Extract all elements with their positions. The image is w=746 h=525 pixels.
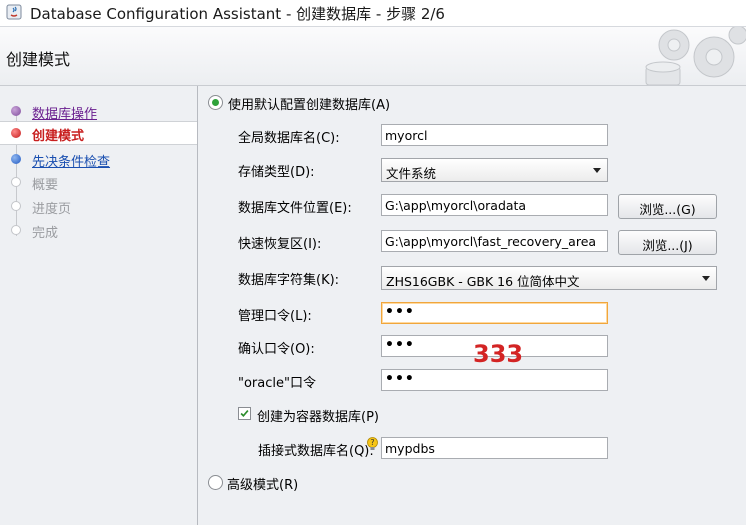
nav-step-label: 数据库操作: [32, 107, 98, 122]
pluggable-db-name-label: 插接式数据库名(Q):: [258, 444, 374, 459]
nav-step-label: 完成: [32, 226, 59, 241]
global-db-name-input[interactable]: myorcl: [381, 124, 608, 146]
title-bar: Database Configuration Assistant - 创建数据库…: [0, 0, 746, 27]
confirm-password-label: 确认口令(O):: [238, 342, 315, 357]
charset-select[interactable]: ZHS16GBK - GBK 16 位简体中文: [381, 266, 717, 290]
storage-type-value: 文件系统: [386, 166, 437, 181]
step-current-icon: [11, 128, 21, 138]
step-next-icon: [11, 154, 21, 164]
storage-type-label: 存储类型(D):: [238, 165, 315, 180]
checkmark-icon: [240, 409, 249, 418]
advanced-mode-label: 高级模式(R): [227, 478, 299, 493]
nav-step-label: 进度页: [32, 202, 72, 217]
nav-step-label: 概要: [32, 178, 59, 193]
nav-step-label: 先决条件检查: [32, 155, 111, 170]
oracle-password-input[interactable]: •••: [381, 369, 608, 391]
container-db-checkbox[interactable]: [238, 407, 251, 420]
window-title: Database Configuration Assistant - 创建数据库…: [30, 5, 445, 23]
page-header: 创建模式: [0, 27, 746, 86]
browse-db-file-button[interactable]: 浏览...(G): [618, 194, 717, 219]
nav-step-create-mode[interactable]: 创建模式: [0, 121, 197, 145]
pluggable-db-name-input[interactable]: mypdbs: [381, 437, 608, 459]
hint-lightbulb-icon[interactable]: ?: [366, 437, 379, 451]
global-db-name-label: 全局数据库名(C):: [238, 131, 340, 146]
admin-password-input[interactable]: •••: [381, 302, 608, 324]
nav-step-progress: 进度页: [0, 195, 197, 217]
dropdown-arrow-icon: [702, 276, 710, 281]
gears-decoration-icon: [645, 27, 746, 85]
fast-recovery-area-input[interactable]: G:\app\myorcl\fast_recovery_area: [381, 230, 608, 252]
dropdown-arrow-icon: [593, 168, 601, 173]
svg-text:?: ?: [370, 438, 374, 447]
annotation-text: 333: [473, 340, 524, 368]
step-pending-icon: [11, 177, 21, 187]
step-navigation: 数据库操作 创建模式 先决条件检查 概要 进度页 完成: [0, 86, 198, 525]
default-config-label: 使用默认配置创建数据库(A): [228, 98, 391, 113]
advanced-mode-radio[interactable]: [208, 475, 223, 490]
db-file-location-label: 数据库文件位置(E):: [238, 201, 352, 216]
browse-recovery-area-button[interactable]: 浏览...(J): [618, 230, 717, 255]
java-app-icon: [6, 4, 22, 20]
nav-step-prereq-check[interactable]: 先决条件检查: [0, 148, 197, 170]
nav-step-summary: 概要: [0, 171, 197, 193]
charset-value: ZHS16GBK - GBK 16 位简体中文: [386, 274, 580, 289]
container-db-label: 创建为容器数据库(P): [257, 410, 379, 425]
charset-label: 数据库字符集(K):: [238, 273, 340, 288]
nav-step-label: 创建模式: [32, 129, 85, 144]
admin-password-label: 管理口令(L):: [238, 309, 312, 324]
step-pending-icon: [11, 225, 21, 235]
step-done-icon: [11, 106, 21, 116]
oracle-password-label: "oracle"口令: [238, 376, 316, 391]
nav-step-finish: 完成: [0, 219, 197, 241]
step-pending-icon: [11, 201, 21, 211]
fast-recovery-area-label: 快速恢复区(I):: [238, 237, 322, 252]
nav-step-db-operation[interactable]: 数据库操作: [0, 100, 197, 122]
storage-type-select[interactable]: 文件系统: [381, 158, 608, 182]
db-file-location-input[interactable]: G:\app\myorcl\oradata: [381, 194, 608, 216]
page-title: 创建模式: [6, 50, 71, 69]
default-config-radio[interactable]: [208, 95, 223, 110]
